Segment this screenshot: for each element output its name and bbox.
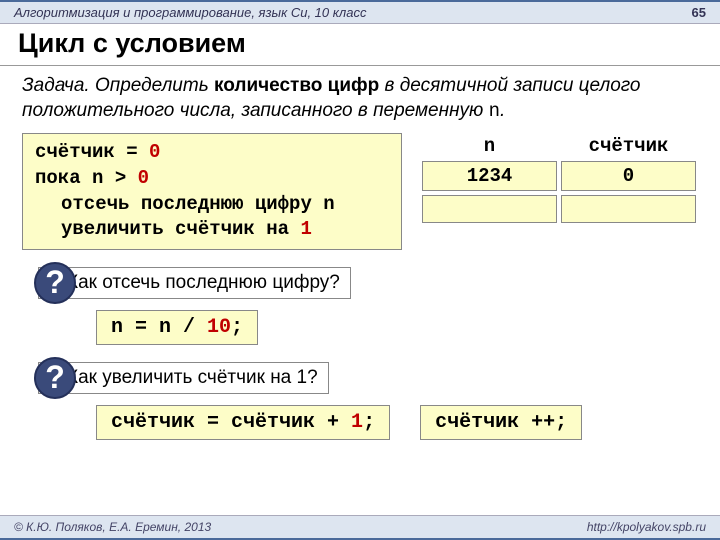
question-2: ? Как увеличить счётчик на 1? [34, 357, 698, 399]
copyright: © К.Ю. Поляков, Е.А. Еремин, 2013 [14, 520, 211, 534]
page-number: 65 [692, 5, 706, 20]
task-label: Задача. [22, 75, 90, 96]
pseudo-line-2: пока n > 0 [35, 166, 389, 192]
trace-row-1: 1234 0 [420, 159, 698, 193]
course-title: Алгоритмизация и программирование, язык … [14, 5, 366, 20]
trace-col-counter: счётчик [559, 133, 698, 159]
code-answer-1: n = n / 10; [96, 310, 258, 345]
trace-row-2 [420, 193, 698, 225]
question-1: ? Как отсечь последнюю цифру? [34, 262, 698, 304]
question-2-text: Как увеличить счётчик на 1? [38, 362, 329, 394]
pseudo-line-3: отсечь последнюю цифру n [35, 192, 389, 218]
footer-url: http://kpolyakov.spb.ru [587, 520, 706, 534]
trace-header: n счётчик [420, 133, 698, 159]
question-1-text: Как отсечь последнюю цифру? [38, 267, 351, 299]
question-mark-icon: ? [34, 357, 76, 399]
content-area: Задача. Определить количество цифр в дес… [0, 66, 720, 440]
task-statement: Задача. Определить количество цифр в дес… [22, 74, 698, 123]
code-answer-2-row: счётчик = счётчик + 1; счётчик ++; [96, 403, 698, 440]
trace-col-n: n [420, 133, 559, 159]
pseudo-line-4: увеличить счётчик на 1 [35, 217, 389, 243]
code-answer-2b: счётчик ++; [420, 405, 582, 440]
question-mark-icon: ? [34, 262, 76, 304]
slide-title: Цикл с условием [0, 24, 720, 66]
pseudo-and-trace-row: счётчик = 0 пока n > 0 отсечь последнюю … [22, 133, 698, 250]
trace-table: n счётчик 1234 0 [420, 133, 698, 225]
footer-bar: © К.Ю. Поляков, Е.А. Еремин, 2013 http:/… [0, 515, 720, 540]
pseudocode-box: счётчик = 0 пока n > 0 отсечь последнюю … [22, 133, 402, 250]
pseudo-line-1: счётчик = 0 [35, 140, 389, 166]
code-answer-2a: счётчик = счётчик + 1; [96, 405, 390, 440]
header-bar: Алгоритмизация и программирование, язык … [0, 0, 720, 24]
